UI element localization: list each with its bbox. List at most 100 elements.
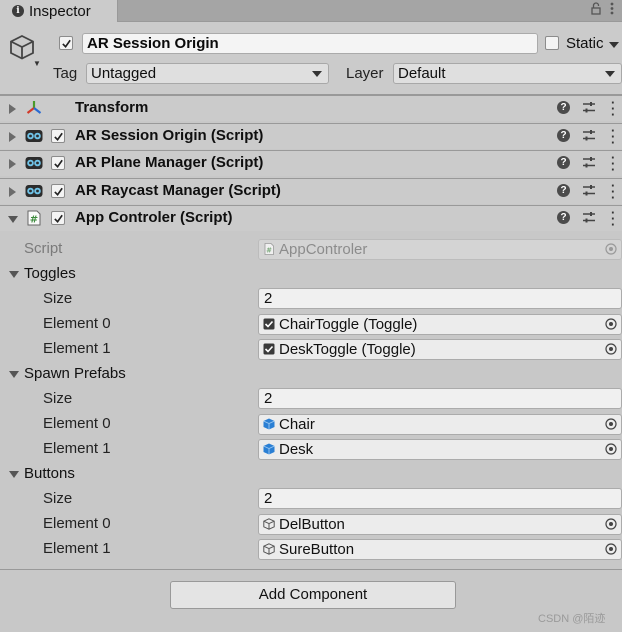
foldout-arrow-icon[interactable]: [9, 371, 19, 378]
spawn-prefabs-element-0-field[interactable]: Chair: [258, 414, 622, 435]
static-label: Static: [566, 35, 604, 52]
tag-dropdown[interactable]: Untagged: [86, 63, 329, 84]
toggles-element-0-value: ChairToggle (Toggle): [279, 316, 418, 333]
static-checkbox[interactable]: [545, 36, 559, 50]
spawn-prefabs-section[interactable]: Spawn Prefabs: [24, 365, 126, 382]
component-enabled-checkbox[interactable]: [51, 129, 65, 143]
lock-icon[interactable]: [591, 2, 601, 15]
add-component-button[interactable]: Add Component: [170, 581, 456, 609]
gameobject-icon: [263, 518, 275, 530]
tab-inspector[interactable]: i Inspector: [0, 0, 118, 22]
toggles-element-0-label: Element 0: [43, 315, 111, 332]
more-options-icon[interactable]: [610, 2, 614, 15]
toggle-icon: [263, 318, 275, 330]
svg-text:#: #: [266, 247, 272, 255]
chevron-down-icon: [605, 71, 615, 77]
toggles-section[interactable]: Toggles: [24, 265, 76, 282]
buttons-section[interactable]: Buttons: [24, 465, 75, 482]
component-enabled-checkbox[interactable]: [51, 156, 65, 170]
object-picker-icon[interactable]: [605, 543, 617, 555]
object-picker-icon[interactable]: [605, 518, 617, 530]
help-icon[interactable]: ?: [557, 156, 570, 169]
component-ar-session-origin[interactable]: AR Session Origin (Script) ? · · ·: [0, 123, 622, 149]
foldout-arrow-icon[interactable]: [9, 271, 19, 278]
script-value: AppControler: [279, 241, 368, 258]
component-menu-icon[interactable]: · · ·: [611, 124, 615, 149]
spawn-prefabs-size-field[interactable]: 2: [258, 388, 622, 409]
foldout-arrow-icon[interactable]: [9, 104, 16, 114]
watermark: CSDN @陌迹: [538, 613, 606, 625]
csharp-script-icon: #: [264, 243, 274, 255]
csharp-script-icon: #: [27, 210, 41, 226]
object-picker-icon[interactable]: [605, 318, 617, 330]
help-icon[interactable]: ?: [557, 184, 570, 197]
foldout-arrow-icon[interactable]: [9, 132, 16, 142]
buttons-size-field[interactable]: 2: [258, 488, 622, 509]
component-menu-icon[interactable]: · · ·: [611, 206, 615, 231]
chevron-down-icon: [312, 71, 322, 77]
foldout-arrow-icon[interactable]: [9, 187, 16, 197]
toggles-element-1-field[interactable]: DeskToggle (Toggle): [258, 339, 622, 360]
gameobject-icon: [263, 543, 275, 555]
object-picker-icon[interactable]: [605, 443, 617, 455]
spawn-prefabs-size-label: Size: [43, 390, 73, 407]
foldout-arrow-icon[interactable]: [8, 216, 18, 223]
layer-dropdown[interactable]: Default: [393, 63, 622, 84]
component-enabled-checkbox[interactable]: [51, 184, 65, 198]
presets-icon[interactable]: [582, 211, 596, 224]
component-menu-icon[interactable]: · · ·: [611, 179, 615, 204]
script-field: # AppControler: [258, 239, 622, 260]
tag-value: Untagged: [91, 65, 157, 82]
spawn-prefabs-element-1-field[interactable]: Desk: [258, 439, 622, 460]
toggles-size-field[interactable]: 2: [258, 288, 622, 309]
foldout-arrow-icon[interactable]: [9, 471, 19, 478]
component-menu-icon[interactable]: · · ·: [611, 96, 615, 121]
foldout-arrow-icon[interactable]: [9, 159, 16, 169]
object-picker-icon[interactable]: [605, 418, 617, 430]
component-menu-icon[interactable]: · · ·: [611, 151, 615, 176]
buttons-element-1-value: SureButton: [279, 541, 355, 558]
component-ar-raycast-manager[interactable]: AR Raycast Manager (Script) ? · · ·: [0, 178, 622, 204]
buttons-element-0-field[interactable]: DelButton: [258, 514, 622, 535]
help-icon[interactable]: ?: [557, 101, 570, 114]
prefab-icon: [263, 418, 275, 430]
presets-icon[interactable]: [582, 129, 596, 142]
prefab-icon: [263, 443, 275, 455]
object-picker-icon: [605, 243, 617, 255]
spawn-prefabs-element-0-value: Chair: [279, 416, 315, 433]
transform-icon: [26, 101, 42, 114]
help-icon[interactable]: ?: [557, 129, 570, 142]
buttons-element-1-field[interactable]: SureButton: [258, 539, 622, 560]
presets-icon[interactable]: [582, 101, 596, 114]
icon-dropdown-caret[interactable]: ▼: [33, 59, 41, 68]
active-checkbox[interactable]: [59, 36, 73, 50]
toggles-element-0-field[interactable]: ChairToggle (Toggle): [258, 314, 622, 335]
buttons-element-1-label: Element 1: [43, 540, 111, 557]
toggles-size-label: Size: [43, 290, 73, 307]
tab-title: Inspector: [29, 2, 91, 20]
static-dropdown-arrow-icon[interactable]: [609, 42, 619, 48]
gameobject-icon[interactable]: [9, 34, 35, 60]
spawn-prefabs-element-1-value: Desk: [279, 441, 314, 458]
object-name-field[interactable]: AR Session Origin: [82, 33, 538, 54]
tag-label: Tag: [53, 65, 78, 82]
component-transform[interactable]: Transform ? · · ·: [0, 95, 622, 121]
buttons-element-0-label: Element 0: [43, 515, 111, 532]
presets-icon[interactable]: [582, 156, 596, 169]
spawn-prefabs-element-0-label: Element 0: [43, 415, 111, 432]
script-component-icon: [25, 157, 43, 169]
script-component-icon: [25, 130, 43, 142]
svg-text:#: #: [30, 215, 38, 226]
component-ar-plane-manager[interactable]: AR Plane Manager (Script) ? · · ·: [0, 150, 622, 176]
component-app-controler[interactable]: # App Controler (Script) ? · · ·: [0, 205, 622, 231]
component-enabled-checkbox[interactable]: [51, 211, 65, 225]
layer-label: Layer: [346, 65, 384, 82]
presets-icon[interactable]: [582, 184, 596, 197]
help-icon[interactable]: ?: [557, 211, 570, 224]
object-picker-icon[interactable]: [605, 343, 617, 355]
component-title: AR Plane Manager (Script): [75, 154, 264, 171]
layer-value: Default: [398, 65, 446, 82]
toggles-element-1-value: DeskToggle (Toggle): [279, 341, 416, 358]
info-icon: i: [12, 5, 24, 17]
script-label: Script: [24, 240, 63, 257]
